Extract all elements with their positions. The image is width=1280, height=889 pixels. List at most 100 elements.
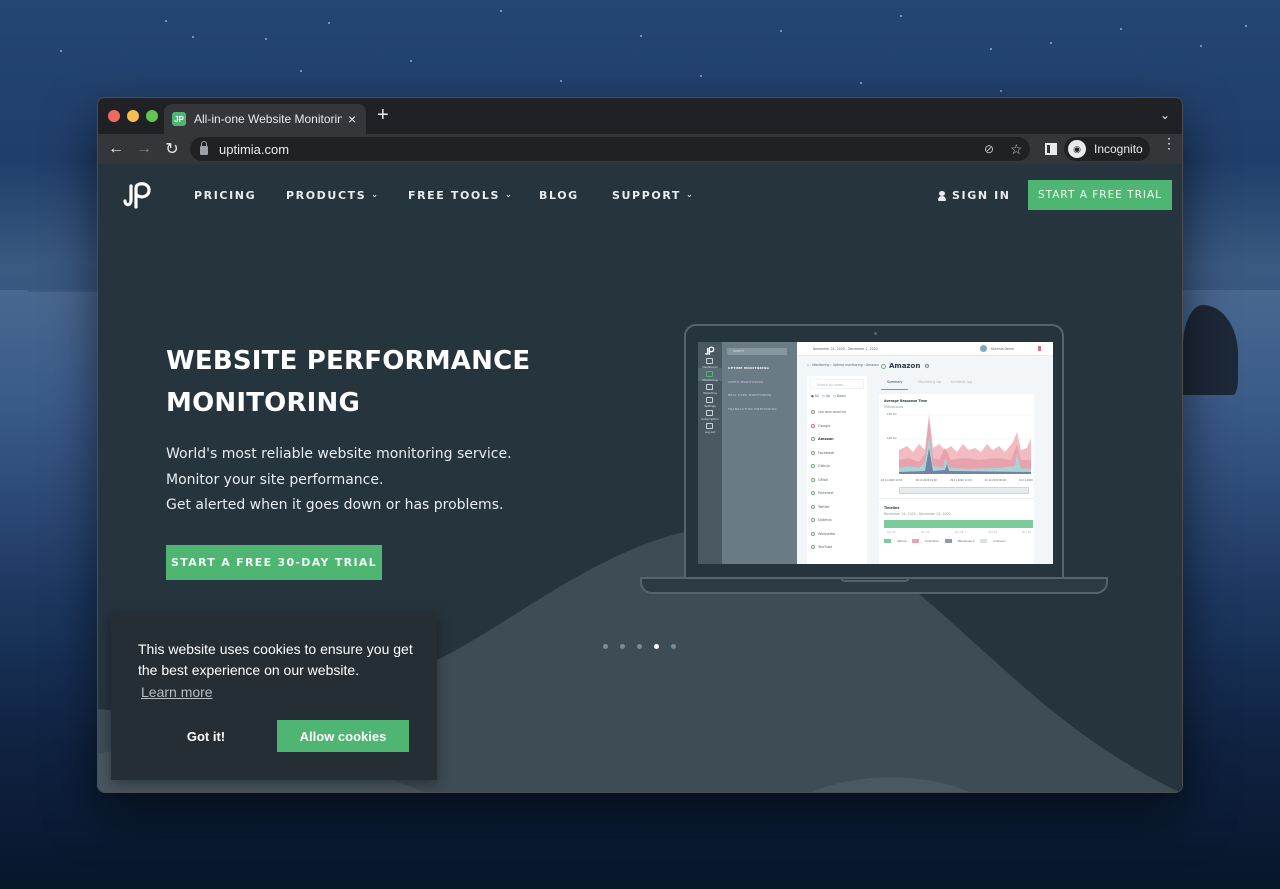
rail-dashboard-icon [706,358,713,364]
favicon-icon: JP [172,112,186,126]
side-panel-icon[interactable] [1045,143,1057,155]
laptop-base [640,577,1108,594]
mockup-monitor-name: Wikipedia [818,531,836,536]
browser-tab[interactable]: JP All-in-one Website Monitoring × [164,104,366,134]
allow-cookies-button[interactable]: Allow cookies [277,720,409,752]
mockup-monitor-name: Google [818,423,831,428]
nav-label: BLOG [539,189,579,202]
dashboard-screenshot: Dashboard Monitoring Reporting Settings Subs… [698,342,1053,564]
star [990,48,992,50]
mockup-y-tick: 150 ms [887,413,897,416]
rail-log-out-icon [706,423,713,429]
mockup-monitor-name: Github [818,464,830,468]
mockup-monitor-name: ADD NEW MONITOR [818,410,847,414]
sign-in-label: SIGN IN [952,189,1011,202]
back-arrow-icon[interactable]: ← [102,140,130,158]
nav-products[interactable]: PRODUCTS ⌄ [286,189,380,202]
rail-label: Subscription [701,417,719,421]
mockup-timeline-bar [884,520,1033,528]
incognito-icon: ◉ [1068,140,1086,158]
tab-search-chevron-icon[interactable]: ⌄ [1160,108,1170,122]
nav-support[interactable]: SUPPORT ⌄ [612,189,694,202]
mockup-tab: Monitoring log [918,380,942,384]
star [700,75,702,77]
star [192,36,194,38]
start-30-day-trial-button[interactable]: START A FREE 30-DAY TRIAL [166,545,382,580]
incognito-profile-button[interactable]: ◉ Incognito [1064,137,1150,161]
uptimia-logo[interactable] [122,180,154,210]
forward-arrow-icon[interactable]: → [130,140,158,158]
carousel-dot[interactable] [603,644,608,649]
carousel-dot[interactable] [654,644,659,649]
filter: Up [825,394,830,398]
rail-subscription-icon [706,410,713,416]
url-text[interactable]: uptimia.com [219,142,289,157]
mockup-x-tick: 28.11.2020 01:00 [915,479,937,482]
star [1245,25,1247,27]
status-ring-icon [811,423,815,428]
mockup-monitor-item: Amazon [811,434,834,444]
carousel-dot[interactable] [637,644,642,649]
star [640,35,642,37]
status-ring-icon [811,504,815,509]
site-navbar: PRICING PRODUCTS ⌄ FREE TOOLS ⌄ BLOG SUPPO… [98,164,1182,228]
learn-more-link[interactable]: Learn more [141,684,213,700]
carousel-dot[interactable] [620,644,625,649]
mockup-monitor-title: Amazon [889,362,921,370]
nav-label: SUPPORT [612,189,682,202]
star [860,82,862,84]
mockup-main: November 24, 2020 - December 1, 2020 Upt… [797,342,1053,564]
status-ring-icon [811,450,815,455]
status-ring-icon [811,531,815,536]
mockup-date-range: November 24, 2020 - December 1, 2020 [813,347,878,351]
mockup-x-tick: 26.11.2020 12:00 [881,479,903,482]
mockup-monitor-name: Facebook [818,450,835,455]
lock-icon[interactable] [200,141,208,155]
mockup-monitor-item: GMail [811,475,828,485]
rail-label: Monitoring [702,378,718,382]
incognito-label: Incognito [1094,142,1143,156]
nav-free-tools[interactable]: FREE TOOLS ⌄ [408,189,513,202]
star [60,50,62,52]
close-tab-icon[interactable]: × [348,111,356,127]
rail-reporting-icon [706,384,713,390]
star [410,60,412,62]
sign-in-link[interactable]: SIGN IN [938,189,1011,202]
status-ring-icon [811,410,815,414]
mockup-monitor-name: Twitter [818,504,830,509]
carousel-dot[interactable] [671,644,676,649]
cookie-consent-banner: This website uses cookies to ensure you … [111,612,437,780]
nav-blog[interactable]: BLOG [539,189,579,202]
mockup-response-chart [899,414,1031,474]
start-free-trial-button[interactable]: START A FREE TRIAL [1028,180,1172,210]
close-window-button[interactable] [108,110,120,122]
browser-menu-icon[interactable]: ⋮ [1162,136,1176,150]
mockup-gear-icon: ⚙ [924,363,930,370]
reload-icon[interactable]: ↻ [158,139,186,159]
minimize-window-button[interactable] [127,110,139,122]
got-it-button[interactable]: Got it! [166,720,246,752]
mockup-monitor-item: Facebook [811,448,834,458]
eye-off-icon[interactable]: ⊘ [984,142,994,156]
mockup-list-search: Search by name... [810,379,864,389]
new-tab-icon[interactable]: + [377,105,389,125]
mockup-monitor-list: Search by name... ● All ○ Up ○ Down ADD … [807,376,867,564]
laptop-mockup: Dashboard Monitoring Reporting Settings Subs… [640,324,1108,596]
laptop-notch [840,577,910,582]
status-ring-icon [811,437,815,441]
mockup-monitor-item: Google [811,421,830,431]
mockup-notification-icon [1038,346,1041,351]
mockup-y-tick: 100 ms [887,437,897,440]
bookmark-star-icon[interactable]: ☆ [1010,141,1023,158]
nav-label: PRODUCTS [286,189,367,202]
hero-title-line: MONITORING [166,388,361,418]
mockup-timeline-ticks: Nov 25 Nov 26 Nov 28 Nov 29 Nov 30 [887,531,1031,534]
mockup-user-avatar [980,345,987,352]
tick: Nov 26 [920,531,930,534]
hero-subtitle: World's most reliable website monitoring… [166,442,512,519]
mockup-x-tick: 29.11.2020 12:00 [950,479,972,482]
nav-pricing[interactable]: PRICING [194,189,256,202]
hero-title-line: WEBSITE PERFORMANCE [166,346,531,376]
maximize-window-button[interactable] [146,110,158,122]
address-bar[interactable]: uptimia.com ⊘ ☆ [190,137,1030,161]
